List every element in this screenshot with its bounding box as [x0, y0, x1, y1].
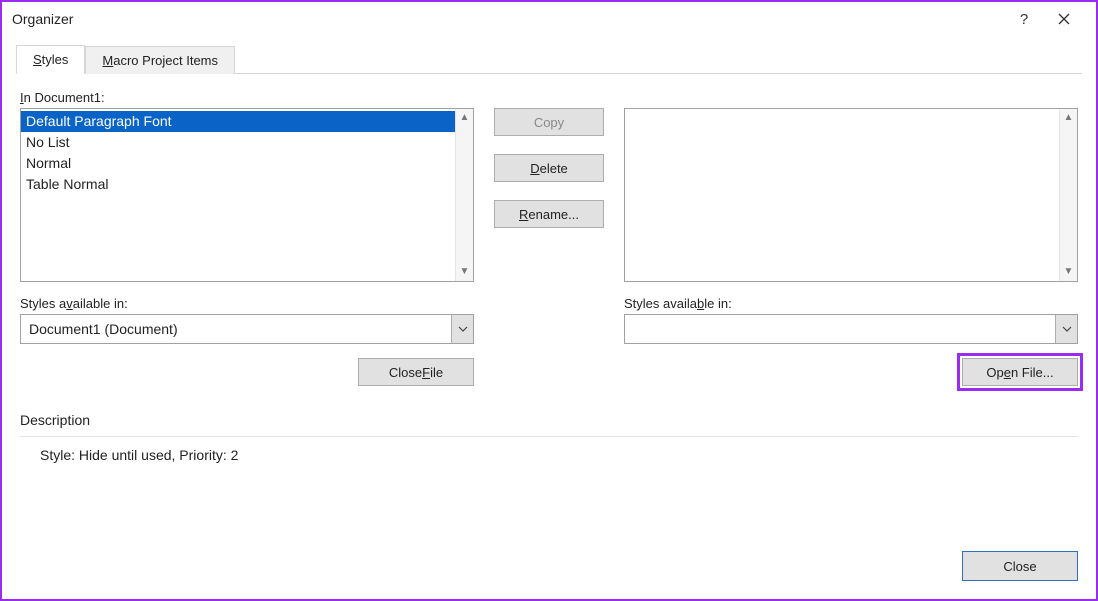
right-available-select[interactable] — [624, 314, 1078, 344]
right-available-label: Styles available in: — [624, 296, 1078, 311]
close-icon[interactable] — [1044, 4, 1084, 34]
description-title: Description — [20, 412, 1078, 430]
right-styles-listbox[interactable]: ▲ ▼ — [624, 108, 1078, 282]
left-pane: In Document1: Default Paragraph Font No … — [20, 86, 474, 386]
left-available-select[interactable]: Document1 (Document) — [20, 314, 474, 344]
right-in-label — [624, 90, 1078, 105]
chevron-down-icon[interactable]: ▼ — [1064, 267, 1074, 277]
tab-styles[interactable]: Styles — [16, 45, 85, 74]
rename-button[interactable]: Rename... — [494, 200, 604, 228]
left-available-label: Styles available in: — [20, 296, 474, 311]
left-in-label: In Document1: — [20, 90, 474, 105]
titlebar: Organizer ? — [2, 2, 1096, 36]
divider — [20, 436, 1078, 437]
tab-macro-project-items[interactable]: Macro Project Items — [85, 46, 235, 74]
footer: Close — [962, 551, 1078, 581]
chevron-up-icon[interactable]: ▲ — [1064, 113, 1074, 123]
scrollbar[interactable]: ▲ ▼ — [455, 109, 473, 281]
styles-panel: In Document1: Default Paragraph Font No … — [16, 74, 1082, 463]
chevron-down-icon[interactable] — [451, 315, 473, 343]
description-body: Style: Hide until used, Priority: 2 — [20, 447, 1078, 463]
list-item[interactable]: No List — [21, 132, 455, 153]
scrollbar[interactable]: ▲ ▼ — [1059, 109, 1077, 281]
open-file-button[interactable]: Open File... — [962, 358, 1078, 386]
list-item[interactable]: Default Paragraph Font — [21, 111, 455, 132]
left-styles-listbox[interactable]: Default Paragraph Font No List Normal Ta… — [20, 108, 474, 282]
list-item[interactable]: Table Normal — [21, 174, 455, 195]
help-icon[interactable]: ? — [1004, 4, 1044, 34]
transfer-buttons: Copy Delete Rename... — [484, 86, 614, 386]
description-section: Description Style: Hide until used, Prio… — [20, 412, 1078, 463]
window-title: Organizer — [12, 11, 1004, 27]
chevron-down-icon[interactable]: ▼ — [460, 267, 470, 277]
close-file-button[interactable]: Close File — [358, 358, 474, 386]
select-value: Document1 (Document) — [21, 321, 451, 337]
right-pane: ▲ ▼ Styles available in: — [624, 86, 1078, 386]
chevron-down-icon[interactable] — [1055, 315, 1077, 343]
tab-strip: Styles Macro Project Items — [16, 42, 1082, 74]
chevron-up-icon[interactable]: ▲ — [460, 113, 470, 123]
organizer-dialog: Organizer ? Styles Macro Project Items I… — [0, 0, 1098, 601]
delete-button[interactable]: Delete — [494, 154, 604, 182]
close-button[interactable]: Close — [962, 551, 1078, 581]
copy-button[interactable]: Copy — [494, 108, 604, 136]
list-item[interactable]: Normal — [21, 153, 455, 174]
